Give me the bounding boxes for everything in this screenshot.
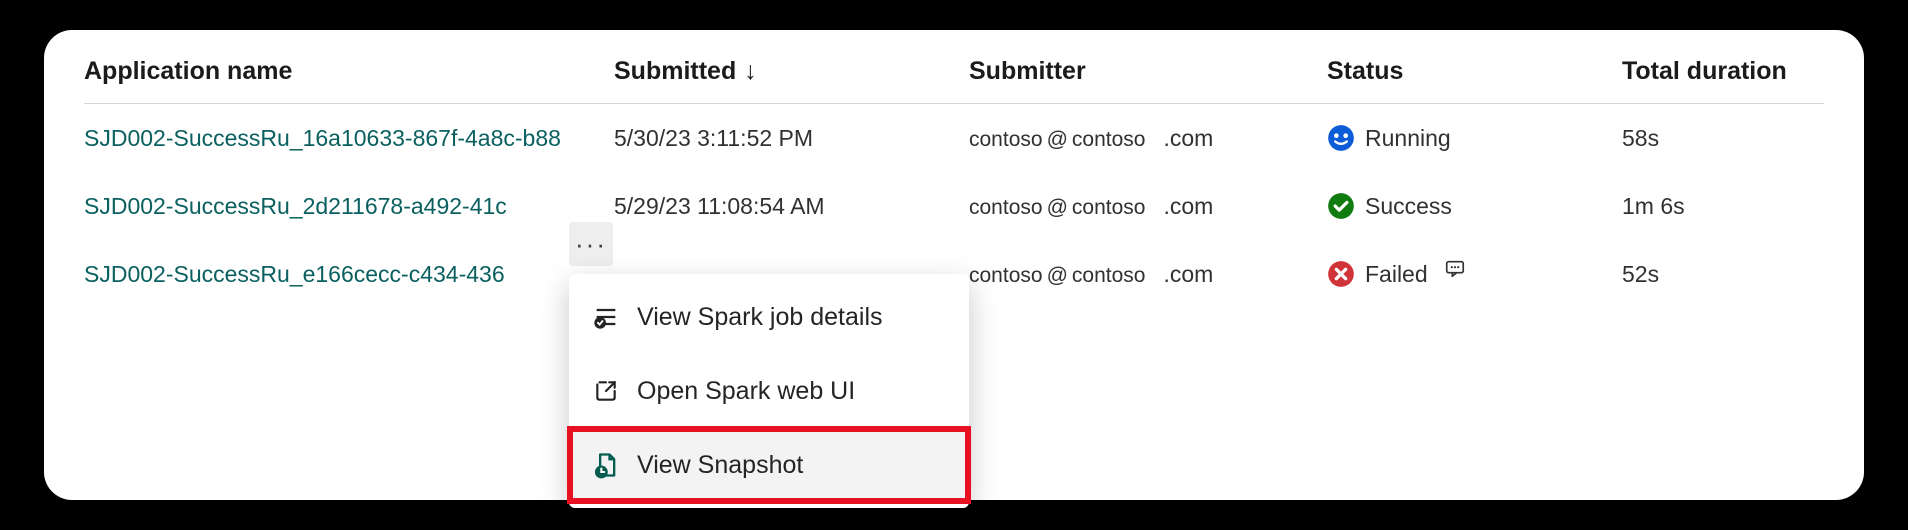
- at-symbol: @: [1047, 264, 1068, 288]
- menu-item-label: View Snapshot: [637, 451, 803, 480]
- submitted-timestamp: 5/30/23 3:11:52 PM: [614, 125, 813, 152]
- running-icon: [1327, 124, 1355, 152]
- app-name-link[interactable]: SJD002-SuccessRu_2d211678-a492-41c: [84, 193, 507, 220]
- status-label: Running: [1365, 125, 1451, 152]
- menu-item-label: View Spark job details: [637, 303, 883, 332]
- column-header-app-name[interactable]: Application name: [84, 57, 614, 86]
- list-details-icon: [591, 302, 621, 332]
- at-symbol: @: [1047, 128, 1068, 152]
- table-header-row: Application name Submitted ↓ Submitter S…: [84, 40, 1824, 104]
- menu-item-view-spark-job-details[interactable]: View Spark job details: [569, 280, 969, 354]
- ellipsis-icon: ···: [575, 229, 607, 260]
- jobs-table: Application name Submitted ↓ Submitter S…: [84, 40, 1824, 308]
- menu-item-label: Open Spark web UI: [637, 377, 855, 406]
- column-header-label: Submitted: [614, 57, 736, 86]
- submitter-text: .com: [1163, 261, 1213, 288]
- row-more-actions-button[interactable]: ···: [569, 222, 613, 266]
- app-name-link[interactable]: SJD002-SuccessRu_16a10633-867f-4a8c-b88: [84, 125, 561, 152]
- submitter-text: contoso: [1072, 196, 1146, 220]
- submitter-text: .com: [1163, 125, 1213, 152]
- submitted-timestamp: 5/29/23 11:08:54 AM: [614, 193, 825, 220]
- at-symbol: @: [1047, 196, 1068, 220]
- duration-value: 52s: [1622, 261, 1659, 288]
- submitter-text: contoso: [1072, 128, 1146, 152]
- column-header-status[interactable]: Status: [1327, 57, 1622, 86]
- column-header-submitter[interactable]: Submitter: [969, 57, 1327, 86]
- submitter-text: contoso: [1072, 264, 1146, 288]
- jobs-panel: Application name Submitted ↓ Submitter S…: [44, 30, 1864, 500]
- submitter-text: contoso: [969, 128, 1043, 152]
- external-link-icon: [591, 376, 621, 406]
- comment-icon[interactable]: [1444, 258, 1466, 286]
- column-header-submitted[interactable]: Submitted ↓: [614, 57, 969, 86]
- menu-item-view-snapshot[interactable]: View Snapshot: [569, 428, 969, 502]
- submitter-text: contoso: [969, 196, 1043, 220]
- column-header-label: Submitter: [969, 57, 1086, 86]
- status-label: Failed: [1365, 261, 1428, 288]
- table-row: SJD002-SuccessRu_16a10633-867f-4a8c-b88 …: [84, 104, 1824, 172]
- table-row: SJD002-SuccessRu_2d211678-a492-41c 5/29/…: [84, 172, 1824, 240]
- snapshot-icon: [591, 450, 621, 480]
- sort-descending-icon: ↓: [744, 57, 757, 86]
- menu-item-open-spark-web-ui[interactable]: Open Spark web UI: [569, 354, 969, 428]
- duration-value: 58s: [1622, 125, 1659, 152]
- submitter-text: contoso: [969, 264, 1043, 288]
- submitter-text: .com: [1163, 193, 1213, 220]
- column-header-label: Total duration: [1622, 57, 1787, 86]
- success-icon: [1327, 192, 1355, 220]
- failed-icon: [1327, 260, 1355, 288]
- column-header-duration[interactable]: Total duration: [1622, 57, 1824, 86]
- row-context-menu: View Spark job details Open Spark web UI…: [569, 274, 969, 508]
- column-header-label: Application name: [84, 57, 292, 86]
- status-label: Success: [1365, 193, 1452, 220]
- column-header-label: Status: [1327, 57, 1403, 86]
- duration-value: 1m 6s: [1622, 193, 1685, 220]
- app-name-link[interactable]: SJD002-SuccessRu_e166cecc-c434-436: [84, 261, 505, 288]
